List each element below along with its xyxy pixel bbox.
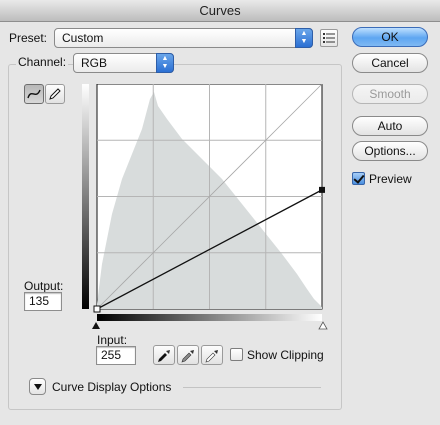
curve-display-options-label: Curve Display Options bbox=[52, 380, 172, 394]
smooth-button[interactable]: Smooth bbox=[352, 84, 428, 104]
channel-dropdown[interactable]: RGB ▲ ▼ bbox=[73, 53, 174, 73]
list-options-icon bbox=[323, 33, 335, 43]
gray-eyedropper-icon bbox=[181, 350, 194, 363]
white-eyedropper-icon bbox=[205, 350, 218, 363]
output-gradient-bar bbox=[82, 84, 89, 309]
ok-button[interactable]: OK bbox=[352, 27, 428, 47]
input-gradient-bar bbox=[97, 314, 322, 321]
input-field[interactable]: 255 bbox=[96, 346, 136, 365]
preset-dropdown[interactable]: Custom ▲ ▼ bbox=[54, 28, 313, 48]
curves-graph[interactable] bbox=[82, 84, 332, 334]
output-label: Output: bbox=[24, 279, 64, 293]
updown-arrows-icon: ▲ ▼ bbox=[156, 53, 174, 73]
pencil-icon bbox=[49, 88, 61, 100]
white-point-slider[interactable] bbox=[318, 321, 328, 330]
preset-value: Custom bbox=[62, 31, 104, 45]
preset-label: Preset: bbox=[9, 31, 48, 45]
black-eyedropper-icon bbox=[158, 350, 170, 362]
gray-eyedropper-button[interactable] bbox=[177, 345, 199, 365]
preview-checkbox[interactable] bbox=[352, 172, 365, 185]
options-button[interactable]: Options... bbox=[352, 141, 428, 161]
channel-value: RGB bbox=[81, 56, 108, 70]
preset-options-button[interactable] bbox=[320, 29, 338, 47]
curves-dialog: Curves Preset: Custom ▲ ▼ OK Cancel Smoot… bbox=[0, 0, 440, 425]
white-eyedropper-button[interactable] bbox=[201, 345, 223, 365]
show-clipping-checkbox[interactable] bbox=[230, 348, 243, 361]
curve-point-tool[interactable] bbox=[24, 84, 44, 104]
channel-label: Channel: bbox=[16, 55, 69, 69]
window-title: Curves bbox=[0, 0, 440, 22]
pencil-tool[interactable] bbox=[45, 84, 65, 104]
updown-arrows-icon: ▲ ▼ bbox=[295, 28, 313, 48]
show-clipping-label: Show Clipping bbox=[247, 348, 324, 362]
curve-point-icon bbox=[27, 89, 41, 99]
preview-label: Preview bbox=[369, 172, 412, 186]
auto-button[interactable]: Auto bbox=[352, 116, 428, 136]
curve-control-point-start[interactable] bbox=[93, 305, 101, 313]
curve-display-options-toggle[interactable] bbox=[29, 378, 46, 395]
black-eyedropper-button[interactable] bbox=[153, 345, 175, 365]
output-field[interactable]: 135 bbox=[24, 292, 62, 311]
input-label: Input: bbox=[97, 333, 128, 347]
curve-control-point[interactable] bbox=[319, 186, 325, 193]
black-point-slider[interactable] bbox=[92, 322, 100, 329]
cancel-button[interactable]: Cancel bbox=[352, 53, 428, 73]
separator-line bbox=[183, 387, 321, 388]
